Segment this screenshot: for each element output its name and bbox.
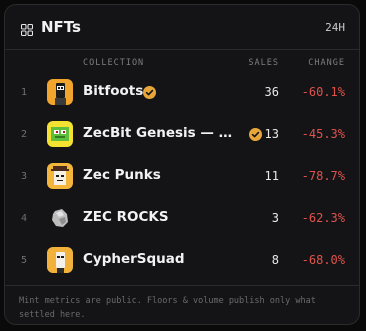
change-column-header[interactable]: CHANGE [308,58,345,68]
zec-punks-avatar-icon [47,163,73,189]
panel-footer: Mint metrics are public. Floors & volume… [5,285,359,324]
panel-header: NFTs 24H [5,5,359,50]
collection-name[interactable]: Bitfoots [83,83,143,99]
collection-name[interactable]: ZEC ROCKS [83,209,169,225]
collection-row[interactable]: 4 ZEC ROCKS 3 -62.3% [5,198,359,240]
zecbit-genesis-avatar-icon [47,121,73,147]
zec-rocks-avatar-icon [47,205,73,231]
rank-number: 3 [21,171,28,182]
sales-count: 3 [271,211,279,225]
change-percent: -62.3% [301,211,345,225]
collection-name[interactable]: ZecBit Genesis — Shiel… [83,125,241,141]
cyphersquad-avatar-icon [47,247,73,273]
sales-column-header[interactable]: SALES [248,58,279,68]
sales-count: 36 [264,85,279,99]
sales-count: 8 [271,253,279,267]
sales-count: 11 [264,169,279,183]
time-range-toggle[interactable]: 24H [325,21,345,34]
collection-row[interactable]: 1 Bitfoots 36 -60.1% [5,72,359,114]
collection-row[interactable]: 3 Zec Punks 11 -78.7% [5,156,359,198]
change-percent: -78.7% [301,169,345,183]
footer-note: Mint metrics are public. Floors & volume… [19,296,316,320]
collection-name[interactable]: Zec Punks [83,167,161,183]
verified-badge-icon [143,86,156,99]
panel-title: NFTs [41,18,81,36]
nft-panel: NFTs 24H COLLECTION SALES CHANGE 1 Bitfo… [4,4,360,325]
collection-row[interactable]: 2 ZecBit Genesis — Shiel… 13 -45.3% [5,114,359,156]
collection-name[interactable]: CypherSquad [83,251,185,267]
rank-number: 5 [21,255,28,266]
collection-row[interactable]: 5 CypherSquad 8 -68.0% [5,240,359,282]
bitfoots-avatar-icon [47,79,73,105]
rank-number: 1 [21,87,28,98]
change-percent: -45.3% [301,127,345,141]
change-percent: -68.0% [301,253,345,267]
change-percent: -60.1% [301,85,345,99]
sales-count: 13 [264,127,279,141]
rank-number: 4 [21,213,28,224]
verified-badge-icon [249,128,262,141]
rank-number: 2 [21,129,28,140]
collection-column-header: COLLECTION [83,58,145,68]
grid-icon [20,21,34,37]
